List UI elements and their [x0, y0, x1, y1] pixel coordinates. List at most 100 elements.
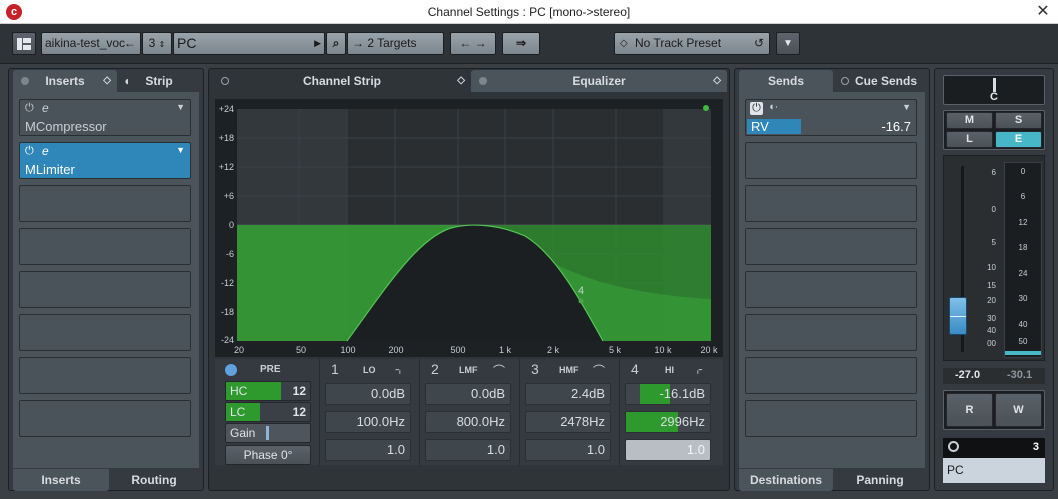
band-4-gain[interactable]: -16.1dB — [625, 383, 711, 405]
insert-slot-mcompressor[interactable]: ⏻ e ▼ MCompressor — [19, 99, 191, 136]
band-1-q[interactable]: 1.0 — [325, 439, 411, 461]
reset-icon[interactable]: ↺ — [754, 33, 764, 54]
insert-slot-empty[interactable] — [19, 271, 191, 308]
power-icon[interactable]: ⏻ — [25, 102, 34, 115]
gain-handle[interactable] — [266, 426, 269, 440]
band-4-handle[interactable] — [578, 298, 584, 304]
send-slot-empty[interactable] — [745, 271, 917, 308]
tab-cue-sends[interactable]: Cue Sends — [835, 70, 927, 92]
tab-panning[interactable]: Panning — [835, 469, 925, 491]
targets-button[interactable]: → 2 Targets — [347, 32, 444, 55]
send-slot-empty[interactable] — [745, 314, 917, 351]
insert-slot-empty[interactable] — [19, 357, 191, 394]
lc-filter-slider[interactable]: LC 12 — [225, 402, 311, 422]
track-name-field[interactable]: aikina-test_voc ← — [41, 32, 141, 55]
high-shelf-icon[interactable]: ⌌ — [693, 362, 703, 376]
peak-filter-icon[interactable]: ⌒ — [593, 362, 605, 379]
stepper-icon[interactable]: ⇕ — [159, 40, 166, 49]
track-number-field[interactable]: 3 ⇕ — [142, 32, 172, 55]
read-button[interactable]: R — [946, 393, 993, 427]
edit-icon[interactable]: e — [42, 101, 49, 115]
track-preset-field[interactable]: ◇ No Track Preset ↺ — [614, 32, 770, 55]
tab-equalizer[interactable]: Equalizer ◇ — [471, 70, 727, 92]
edit-icon[interactable]: e — [42, 144, 49, 158]
band-1-gain[interactable]: 0.0dB — [325, 383, 411, 405]
chevron-down-icon[interactable]: ▼ — [176, 102, 185, 112]
band-1-freq[interactable]: 100.0Hz — [325, 411, 411, 433]
tab-destinations[interactable]: Destinations — [739, 469, 833, 491]
listen-button[interactable]: L — [946, 131, 993, 148]
low-shelf-icon[interactable]: ⌍ — [395, 362, 405, 376]
band-4-q[interactable]: 1.0 — [625, 439, 711, 461]
db-label: +6 — [224, 191, 234, 201]
channel-number: 3 — [1032, 441, 1039, 453]
insert-slot-empty[interactable] — [19, 400, 191, 437]
arrow-right-icon[interactable]: → — [475, 36, 487, 50]
power-icon[interactable]: ⏻ — [25, 145, 34, 158]
search-icon[interactable]: ⌕ — [326, 32, 346, 55]
insert-slot-empty[interactable] — [19, 228, 191, 265]
pre-enable-icon[interactable] — [225, 364, 237, 376]
nav-back-forward-buttons[interactable]: ← → — [450, 32, 496, 55]
band-4-freq[interactable]: 2996Hz — [625, 411, 711, 433]
send-slot-empty[interactable] — [745, 400, 917, 437]
band-3-gain[interactable]: 2.4dB — [525, 383, 611, 405]
power-icon[interactable]: ⏻ — [750, 102, 763, 115]
band-2-freq[interactable]: 800.0Hz — [425, 411, 511, 433]
channel-name-label[interactable]: PC — [943, 458, 1045, 483]
band-2-number: 2 — [431, 361, 439, 377]
chevron-down-icon[interactable]: ▼ — [176, 145, 185, 155]
band-2-q[interactable]: 1.0 — [425, 439, 511, 461]
level-readouts: -27.0 -30.1 — [943, 368, 1045, 384]
band-2-gain[interactable]: 0.0dB — [425, 383, 511, 405]
arrow-right-icon[interactable]: ▶ — [314, 33, 321, 54]
peak-readout[interactable]: -30.1 — [1007, 369, 1032, 381]
edit-button[interactable]: E — [995, 131, 1042, 148]
freq-label: 100 — [340, 345, 355, 355]
phase-button[interactable]: Phase 0° — [225, 445, 311, 465]
tab-strip[interactable]: ◖ Strip — [119, 70, 199, 92]
solo-button[interactable]: S — [995, 112, 1042, 129]
send-slot-empty[interactable] — [745, 357, 917, 394]
tab-channel-strip[interactable]: Channel Strip ◇ — [213, 70, 471, 92]
tab-routing[interactable]: Routing — [109, 469, 199, 491]
channel-name-field[interactable]: PC ▶ — [173, 32, 325, 55]
insert-slot-empty[interactable] — [19, 185, 191, 222]
speaker-icon: ◖ — [123, 74, 131, 88]
band-3-freq[interactable]: 2478Hz — [525, 411, 611, 433]
hc-filter-slider[interactable]: HC 12 — [225, 381, 311, 401]
band-4-number: 4 — [631, 361, 639, 377]
route-icon[interactable]: ⇒ — [502, 32, 540, 55]
insert-slot-mlimiter[interactable]: ⏻ e ▼ MLimiter — [19, 142, 191, 179]
send-slot-rv[interactable]: ⏻ ◖· ▼ RV -16.7 — [745, 99, 917, 136]
freq-label: 200 — [388, 345, 403, 355]
send-level[interactable]: -16.7 — [881, 119, 911, 134]
tab-inserts-bottom[interactable]: Inserts — [13, 469, 109, 491]
window-layout-button[interactable] — [12, 32, 36, 55]
db-label: +18 — [219, 133, 234, 143]
volume-fader-handle[interactable] — [949, 297, 967, 335]
preset-menu-chevron-down-icon[interactable]: ▼ — [776, 32, 800, 55]
send-slot-empty[interactable] — [745, 142, 917, 179]
freq-label: 2 k — [547, 345, 560, 355]
mute-button[interactable]: M — [946, 112, 993, 129]
tab-sends[interactable]: Sends — [739, 70, 833, 92]
chevron-down-icon[interactable]: ▼ — [902, 102, 911, 112]
band-3-q[interactable]: 1.0 — [525, 439, 611, 461]
peak-filter-icon[interactable]: ⌒ — [493, 362, 505, 379]
eq-graph[interactable]: +24 +18 +12 +6 0 -6 -12 -18 -24 20 50 10… — [215, 99, 723, 357]
tab-inserts[interactable]: Inserts ◇ — [13, 70, 117, 92]
volume-readout[interactable]: -27.0 — [955, 369, 980, 381]
sends-panel: Sends Cue Sends ⏻ ◖· ▼ RV -16.7 Destinat… — [734, 68, 930, 491]
band-4-marker: 4 — [578, 285, 584, 297]
close-icon[interactable]: ✕ — [1028, 0, 1058, 24]
arrow-left-icon[interactable]: ← — [459, 36, 471, 50]
send-slot-empty[interactable] — [745, 185, 917, 222]
gain-slider[interactable]: Gain — [225, 423, 311, 443]
write-button[interactable]: W — [995, 393, 1042, 427]
arrow-left-icon[interactable]: ← — [124, 33, 136, 54]
insert-slot-empty[interactable] — [19, 314, 191, 351]
pan-control[interactable]: C — [943, 75, 1045, 105]
send-slot-empty[interactable] — [745, 228, 917, 265]
monitor-icon[interactable] — [948, 441, 959, 452]
